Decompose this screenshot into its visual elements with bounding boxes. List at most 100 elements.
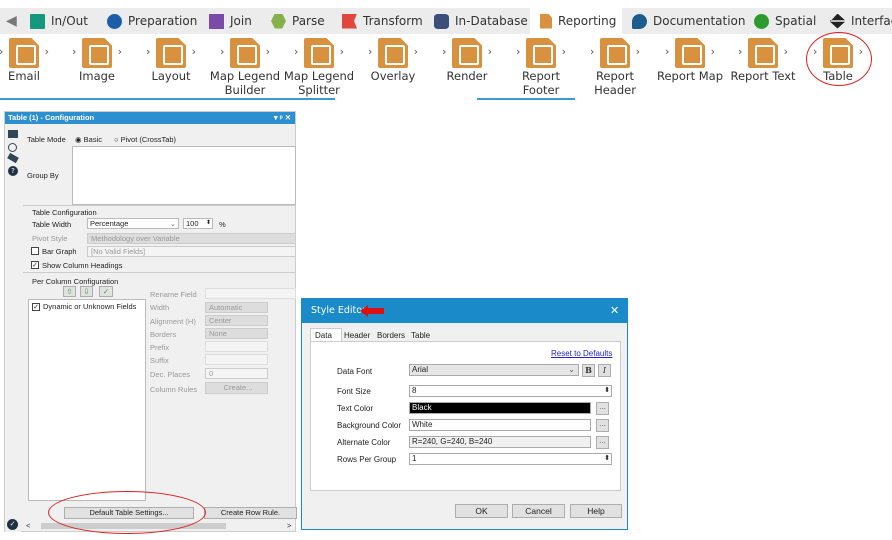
group-by-label: Group By <box>27 171 59 180</box>
connector-chevron-icon: › <box>117 45 122 58</box>
tool-email[interactable]: Email›› <box>0 36 61 83</box>
alignment-label: Alignment (H) <box>150 317 196 326</box>
connector-chevron-icon: › <box>442 45 447 58</box>
tag-icon[interactable] <box>7 152 19 164</box>
background-color-field[interactable]: White <box>409 419 591 431</box>
panel-controls[interactable]: ▾ ᵖ ✕ <box>274 112 291 124</box>
ribbon-icon <box>342 13 357 29</box>
prefix-input <box>205 341 268 352</box>
check-circle-icon[interactable]: ✓ <box>7 519 18 530</box>
field-list-item[interactable]: Dynamic or Unknown Fields <box>43 302 136 311</box>
borders-select: None <box>205 328 268 339</box>
help-icon[interactable]: ? <box>8 166 18 176</box>
arrow-head <box>360 305 368 317</box>
connector-chevron-icon: › <box>710 45 715 58</box>
borders-label: Borders <box>150 330 177 339</box>
create-row-rule-button[interactable]: Create Row Rule. <box>204 507 297 519</box>
tab-header[interactable]: Header <box>344 331 370 340</box>
alternate-color-picker-button[interactable]: ... <box>596 436 609 449</box>
italic-button[interactable]: I <box>598 364 611 377</box>
move-up-button[interactable]: ⇧ <box>63 286 76 297</box>
hexagon-icon <box>271 13 286 29</box>
data-font-select[interactable]: Arial ⌄ <box>409 364 579 376</box>
connector-chevron-icon: › <box>72 45 77 58</box>
highlight-ellipse <box>806 32 872 86</box>
close-icon[interactable]: ✕ <box>610 299 619 323</box>
configuration-panel: Table (1) - Configuration ▾ ᵖ ✕ ? ✓ Table… <box>4 111 297 532</box>
text-color-picker-button[interactable]: ... <box>596 402 609 415</box>
connector-chevron-icon: › <box>635 45 640 58</box>
table-width-select[interactable]: Percentage ⌄ <box>87 218 179 229</box>
connector-chevron-icon: › <box>265 45 270 58</box>
tab-in-out[interactable]: In/Out <box>30 8 88 34</box>
tool-map-legend-builder[interactable]: Map Legend Builder › › <box>208 36 282 97</box>
envelope-icon <box>9 38 39 68</box>
globe-icon <box>675 38 705 68</box>
rows-per-group-label: Rows Per Group <box>337 455 397 464</box>
field-list[interactable]: ✓ Dynamic or Unknown Fields <box>28 299 146 501</box>
section-heading: Table Configuration <box>32 208 97 217</box>
reset-to-defaults-link[interactable]: Reset to Defaults <box>551 349 612 358</box>
head-icon <box>600 38 630 68</box>
bold-button[interactable]: B <box>582 364 595 377</box>
scroll-right-arrow[interactable]: > <box>287 521 291 530</box>
scroll-left-icon[interactable]: ◀ <box>6 8 17 34</box>
tool-layout[interactable]: Layout › › <box>134 36 208 83</box>
wrench-icon[interactable] <box>8 130 18 138</box>
text-lines-icon <box>748 38 778 68</box>
tool-report-header[interactable]: Report Header › › <box>578 36 652 97</box>
radio-basic[interactable]: ◉ Basic <box>75 135 102 144</box>
rename-field-label: Rename Field <box>150 290 197 299</box>
tab-documentation[interactable]: Documentation <box>632 8 746 34</box>
tab-in-database[interactable]: In-Database <box>434 8 528 34</box>
tab-transform[interactable]: Transform <box>342 8 423 34</box>
folder-icon <box>30 13 45 29</box>
tab-preparation[interactable]: Preparation <box>107 8 197 34</box>
field-checkbox[interactable]: ✓ <box>32 303 40 311</box>
background-color-picker-button[interactable]: ... <box>596 419 609 432</box>
tab-data[interactable]: Data <box>310 328 342 342</box>
ok-button[interactable]: OK <box>455 504 508 518</box>
alternate-color-field[interactable]: R=240, G=240, B=240 <box>409 436 591 448</box>
tool-map-legend-splitter[interactable]: Map Legend Splitter › › <box>282 36 356 97</box>
move-down-button[interactable]: ⇩ <box>80 286 93 297</box>
alignment-select: Center <box>205 315 268 326</box>
tool-report-map[interactable]: Report Map › › <box>653 36 727 83</box>
connection-icon[interactable] <box>8 143 17 152</box>
tab-table[interactable]: Table <box>411 331 430 340</box>
divider <box>23 205 296 206</box>
tab-reporting[interactable]: Reporting <box>530 8 622 34</box>
tool-render[interactable]: Render › › <box>430 36 504 83</box>
data-font-label: Data Font <box>337 367 373 376</box>
connector-chevron-icon: › <box>487 45 492 58</box>
select-all-button[interactable]: ✓ <box>99 286 113 297</box>
globe-legend-icon <box>304 38 334 68</box>
table-width-number[interactable]: 100 ⬍ <box>183 218 213 229</box>
help-button[interactable]: Help <box>570 504 622 518</box>
show-column-headings-checkbox[interactable]: ✓ <box>31 261 39 269</box>
tab-borders[interactable]: Borders <box>377 331 405 340</box>
tool-overlay[interactable]: Overlay › › <box>356 36 430 83</box>
radio-pivot[interactable]: ○ Pivot (CrossTab) <box>114 135 176 144</box>
globe-legend-icon <box>230 38 260 68</box>
tab-spatial[interactable]: Spatial <box>754 8 816 34</box>
tab-interface[interactable]: Interface <box>830 8 892 34</box>
connector-chevron-icon: › <box>516 45 521 58</box>
tool-report-text[interactable]: Report Text › › <box>726 36 800 83</box>
table-mode-label: Table Mode <box>27 135 66 144</box>
group-by-list[interactable] <box>72 146 296 205</box>
connector-chevron-icon: › <box>783 45 788 58</box>
rows-per-group-stepper[interactable]: 1 ⬍ <box>409 453 612 465</box>
text-color-field[interactable]: Black <box>409 402 591 414</box>
font-size-stepper[interactable]: 8 ⬍ <box>409 385 612 397</box>
connector-chevron-icon: › <box>339 45 344 58</box>
cancel-button[interactable]: Cancel <box>512 504 565 518</box>
tool-image[interactable]: Image › › <box>60 36 134 83</box>
tab-parse[interactable]: Parse <box>271 8 325 34</box>
tool-report-footer[interactable]: Report Footer › › <box>504 36 578 97</box>
connector-chevron-icon: › <box>44 45 49 58</box>
scroll-left-arrow[interactable]: < <box>26 521 30 530</box>
text-color-label: Text Color <box>337 404 374 413</box>
tab-join[interactable]: Join <box>209 8 252 34</box>
bar-graph-checkbox[interactable] <box>31 247 39 255</box>
